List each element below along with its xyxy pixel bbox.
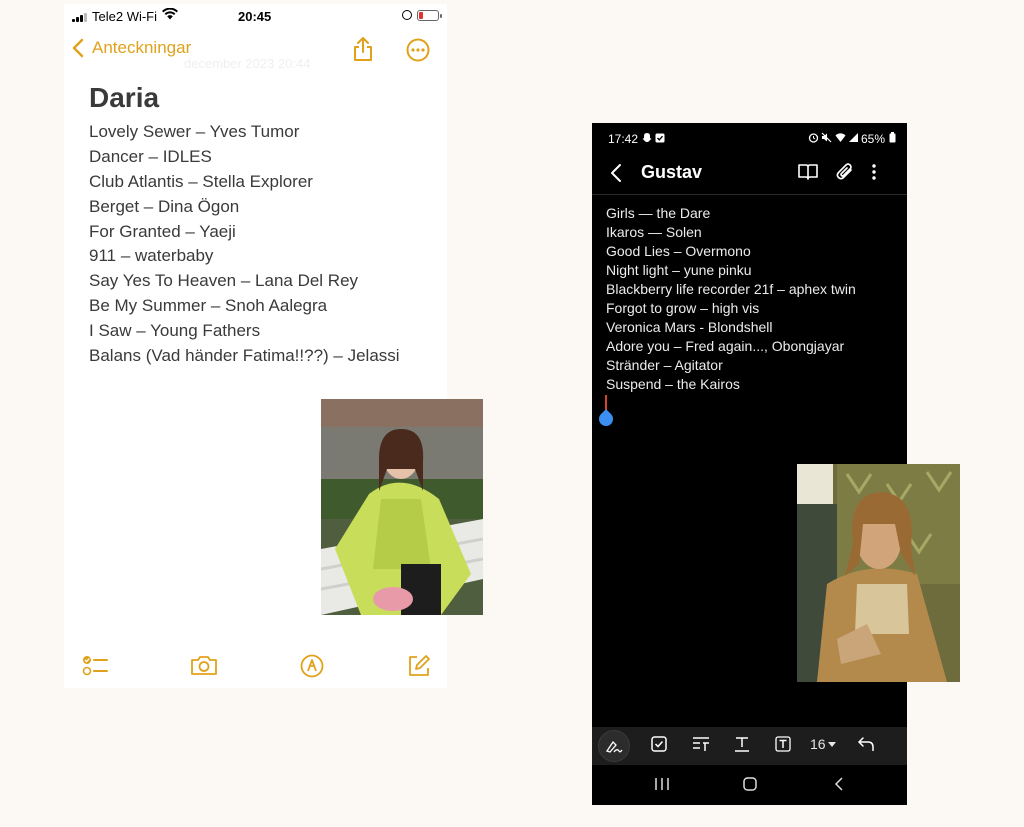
alarm-icon xyxy=(808,132,819,146)
list-item: Blackberry life recorder 21f – aphex twi… xyxy=(606,281,856,297)
list-item: Be My Summer – Snoh Aalegra xyxy=(89,296,328,316)
cellular-signal-icon xyxy=(848,132,859,146)
back-button[interactable] xyxy=(610,163,622,188)
caret-down-icon xyxy=(827,742,836,748)
mute-icon xyxy=(821,132,832,146)
ios-bottom-toolbar xyxy=(64,648,447,684)
list-item: Ikaros — Solen xyxy=(606,224,702,240)
camera-icon xyxy=(191,656,217,675)
snapchat-icon xyxy=(642,132,652,146)
compose-icon xyxy=(409,655,430,676)
list-item: Good Lies – Overmono xyxy=(606,243,751,259)
list-item: Club Atlantis – Stella Explorer xyxy=(89,171,313,191)
list-item: Say Yes To Heaven – Lana Del Rey xyxy=(89,271,359,291)
ios-status-bar: Tele2 Wi-Fi 20:45 xyxy=(64,4,447,28)
text-cursor-handle[interactable] xyxy=(596,409,616,429)
list-item: Berget – Dina Ögon xyxy=(89,196,240,216)
more-vertical-icon xyxy=(872,164,876,180)
battery-icon xyxy=(889,132,896,146)
checkbox-icon xyxy=(651,736,667,752)
handwriting-button[interactable] xyxy=(598,730,630,762)
note-date-faint: december 2023 20:44 xyxy=(184,56,311,71)
android-status-bar: 17:42 65% xyxy=(592,123,907,151)
status-time: 20:45 xyxy=(238,9,272,24)
chevron-left-icon xyxy=(611,164,621,182)
markup-button[interactable] xyxy=(300,654,324,683)
note-photo-gustav xyxy=(797,464,960,682)
more-circle-icon xyxy=(406,38,430,62)
text-format-button[interactable] xyxy=(734,736,750,757)
back-arrow-icon xyxy=(834,777,843,791)
note-title[interactable]: Daria xyxy=(89,82,159,114)
share-icon xyxy=(354,37,372,61)
reading-mode-button[interactable] xyxy=(798,163,818,186)
overflow-menu-button[interactable] xyxy=(872,163,876,186)
android-nav-bar: Gustav xyxy=(592,153,907,195)
system-back-button[interactable] xyxy=(834,777,844,796)
back-to-notes-button[interactable]: Anteckningar xyxy=(72,38,191,58)
font-size-dropdown[interactable]: 16 xyxy=(810,736,836,752)
rotation-lock-icon xyxy=(402,10,412,20)
ios-nav-bar: Anteckningar december 2023 20:44 xyxy=(64,30,447,71)
text-box-icon xyxy=(775,736,791,752)
recents-icon xyxy=(655,778,669,790)
font-size-value: 16 xyxy=(810,736,826,752)
checklist-icon xyxy=(82,656,108,676)
chevron-left-icon xyxy=(72,38,84,58)
checkbox-notification-icon xyxy=(655,132,665,146)
list-item: Dancer – IDLES xyxy=(89,146,212,166)
checkbox-button[interactable] xyxy=(651,736,667,757)
note-title[interactable]: Gustav xyxy=(641,162,702,183)
note-photo-daria xyxy=(321,399,483,615)
camera-button[interactable] xyxy=(190,654,218,681)
book-icon xyxy=(798,164,818,180)
list-item: 911 – waterbaby xyxy=(89,246,214,266)
paragraph-style-button[interactable] xyxy=(692,736,710,757)
list-item: Adore you – Fred again..., Obongjayar xyxy=(606,338,845,354)
checklist-button[interactable] xyxy=(82,654,108,683)
share-button[interactable] xyxy=(352,36,374,67)
undo-icon xyxy=(857,737,874,751)
paperclip-icon xyxy=(836,163,852,180)
list-item: I Saw – Young Fathers xyxy=(89,321,261,341)
list-item: Girls — the Dare xyxy=(606,205,711,221)
note-body[interactable]: Lovely Sewer – Yves Tumor Dancer – IDLES… xyxy=(89,120,400,369)
text-box-button[interactable] xyxy=(775,736,791,757)
list-item: Veronica Mars - Blondshell xyxy=(606,319,773,335)
carrier-label: Tele2 Wi-Fi xyxy=(92,9,158,24)
android-format-toolbar: 16 xyxy=(592,727,907,765)
more-button[interactable] xyxy=(406,38,430,67)
back-button-label: Anteckningar xyxy=(92,38,192,57)
text-style-icon xyxy=(693,737,709,751)
list-item: Night light – yune pinku xyxy=(606,262,752,278)
recents-button[interactable] xyxy=(654,777,670,796)
undo-button[interactable] xyxy=(857,736,875,757)
list-item: For Granted – Yaeji xyxy=(89,221,236,241)
wifi-icon xyxy=(835,132,846,146)
list-item: Forgot to grow – high vis xyxy=(606,300,760,316)
list-item: Stränder – Agitator xyxy=(606,357,723,373)
home-icon xyxy=(743,777,757,791)
list-item: Balans (Vad händer Fatima!!??) – Jelassi xyxy=(89,346,400,366)
compose-button[interactable] xyxy=(407,654,431,683)
text-underline-icon xyxy=(735,737,749,752)
battery-icon xyxy=(417,10,442,21)
list-item: Suspend – the Kairos xyxy=(606,376,740,392)
wifi-icon xyxy=(162,7,178,23)
attach-button[interactable] xyxy=(836,162,854,187)
home-button[interactable] xyxy=(743,777,757,796)
note-body[interactable]: Girls — the Dare Ikaros — Solen Good Lie… xyxy=(606,204,856,394)
handwriting-pen-icon xyxy=(605,740,623,753)
markup-pen-icon xyxy=(300,654,324,678)
status-time: 17:42 xyxy=(608,132,639,146)
list-item: Lovely Sewer – Yves Tumor xyxy=(89,122,300,141)
battery-percent: 65% xyxy=(861,132,886,146)
android-system-nav-bar xyxy=(592,765,907,805)
